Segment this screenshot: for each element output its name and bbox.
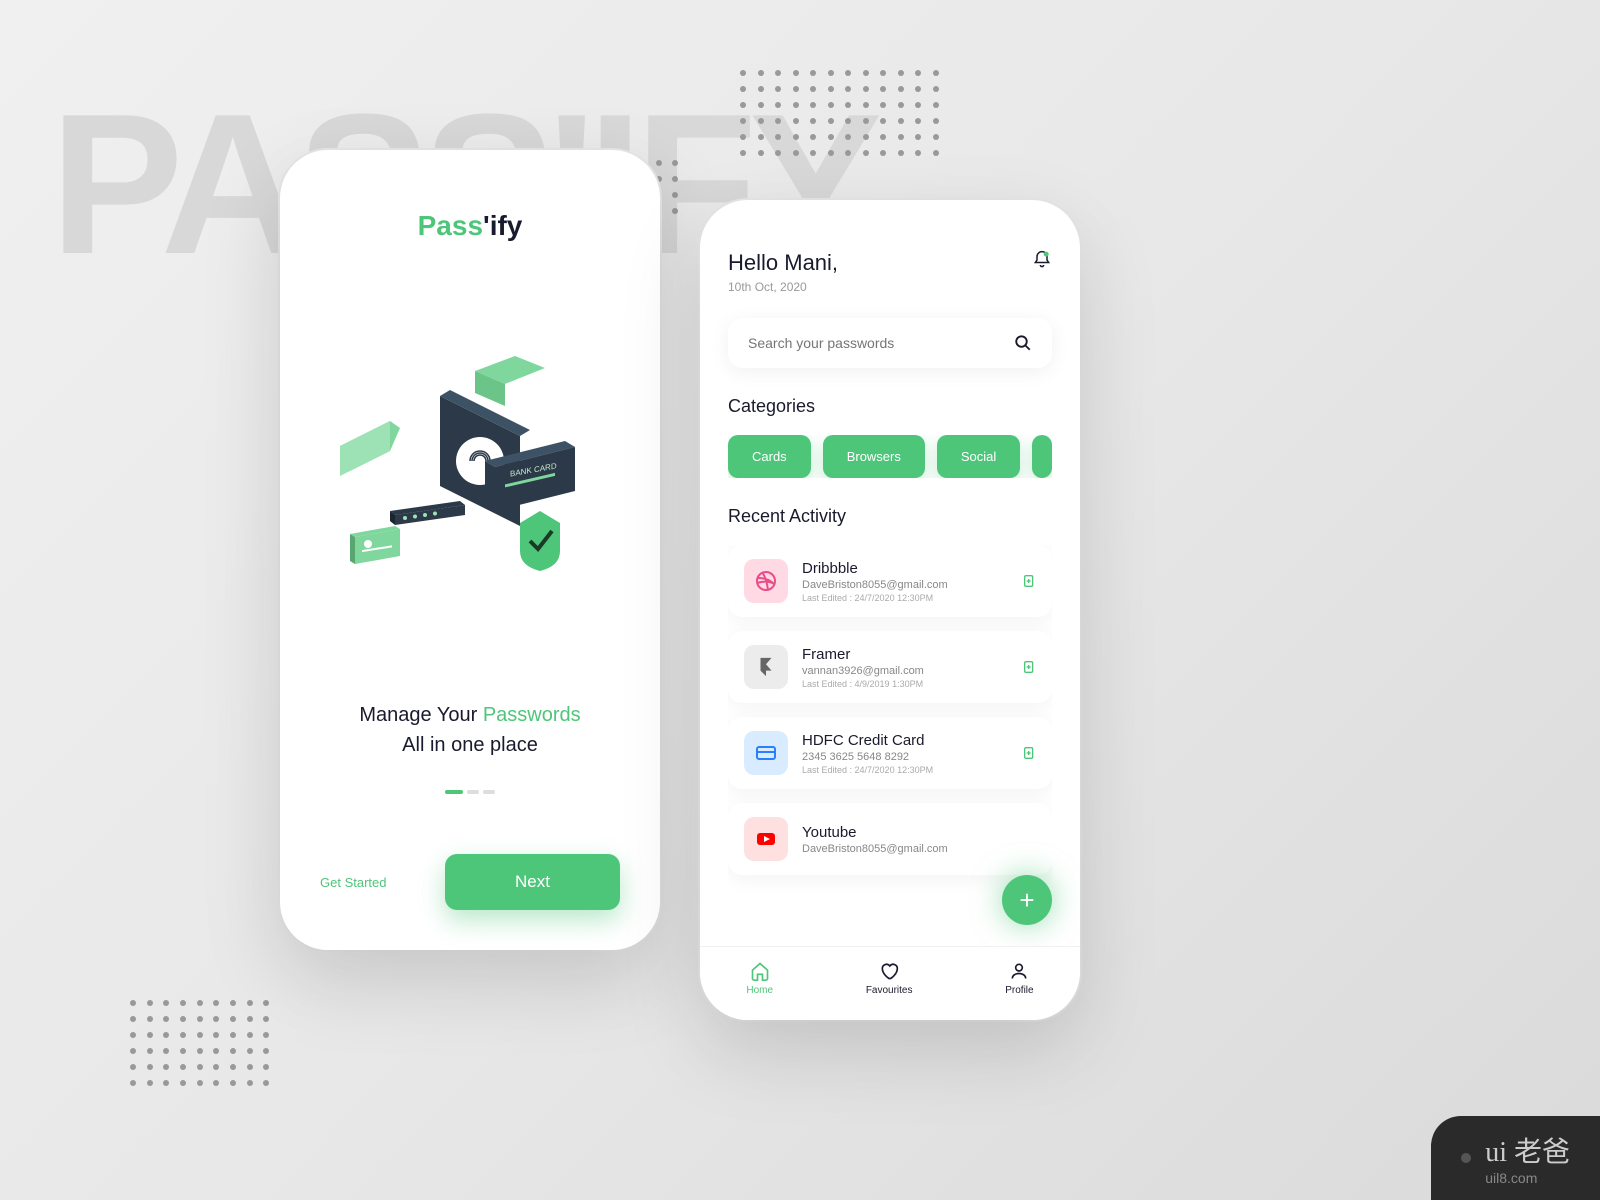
copy-icon[interactable] — [1020, 573, 1036, 589]
dot-pattern-3 — [130, 1000, 270, 1120]
item-meta: Last Edited : 24/7/2020 12:30PM — [802, 593, 1006, 603]
tab-favourites[interactable]: Favourites — [866, 961, 913, 996]
copy-icon[interactable] — [1020, 659, 1036, 675]
greeting-text: Hello Mani, — [728, 250, 838, 276]
framer-icon — [744, 645, 788, 689]
categories-heading: Categories — [728, 396, 1052, 417]
logo-part-green: Pass — [418, 210, 483, 241]
item-subtitle: 2345 3625 5648 8292 — [802, 751, 1006, 763]
credit-card-icon — [744, 731, 788, 775]
tagline-highlight: Passwords — [483, 704, 581, 726]
home-icon — [750, 961, 770, 981]
activity-item-youtube[interactable]: Youtube DaveBriston8055@gmail.com — [728, 803, 1052, 875]
progress-indicator — [320, 790, 620, 794]
item-subtitle: DaveBriston8055@gmail.com — [802, 843, 1036, 855]
item-subtitle: vannan3926@gmail.com — [802, 665, 1006, 677]
search-input[interactable] — [748, 335, 1014, 351]
date-text: 10th Oct, 2020 — [728, 280, 838, 294]
category-cards[interactable]: Cards — [728, 435, 811, 478]
item-title: Framer — [802, 646, 1006, 663]
category-browsers[interactable]: Browsers — [823, 435, 925, 478]
heart-icon — [879, 961, 899, 981]
hero-illustration: BANK CARD — [320, 282, 620, 670]
recent-heading: Recent Activity — [728, 506, 1052, 527]
watermark-text: ui 老爸 — [1485, 1130, 1570, 1170]
activity-item-framer[interactable]: Framer vannan3926@gmail.com Last Edited … — [728, 631, 1052, 703]
item-title: HDFC Credit Card — [802, 732, 1006, 749]
category-more[interactable] — [1032, 435, 1052, 478]
tab-bar: Home Favourites Profile — [700, 946, 1080, 1020]
onboarding-screen: Pass'ify — [280, 150, 660, 950]
item-title: Dribbble — [802, 560, 1006, 577]
watermark: ui 老爸 uil8.com — [1431, 1116, 1600, 1200]
search-bar[interactable] — [728, 318, 1052, 368]
dot-pattern-2 — [740, 70, 940, 220]
activity-item-dribbble[interactable]: Dribbble DaveBriston8055@gmail.com Last … — [728, 545, 1052, 617]
home-screen: Hello Mani, 10th Oct, 2020 Categories Ca… — [700, 200, 1080, 1020]
item-meta: Last Edited : 24/7/2020 12:30PM — [802, 765, 1006, 775]
category-list: Cards Browsers Social — [728, 435, 1052, 478]
logo-part-dark: 'ify — [483, 210, 522, 241]
get-started-link[interactable]: Get Started — [320, 875, 386, 890]
profile-icon — [1009, 961, 1029, 981]
tagline-pre: Manage Your — [359, 704, 482, 726]
tab-profile-label: Profile — [1005, 985, 1033, 996]
item-title: Youtube — [802, 824, 1036, 841]
category-social[interactable]: Social — [937, 435, 1020, 478]
tab-profile[interactable]: Profile — [1005, 961, 1033, 996]
youtube-icon — [744, 817, 788, 861]
tab-home-label: Home — [746, 985, 773, 996]
tab-home[interactable]: Home — [746, 961, 773, 996]
app-logo: Pass'ify — [320, 210, 620, 242]
search-icon — [1014, 334, 1032, 352]
tagline: Manage Your Passwords All in one place — [320, 700, 620, 760]
item-meta: Last Edited : 4/9/2019 1:30PM — [802, 679, 1006, 689]
tab-fav-label: Favourites — [866, 985, 913, 996]
tagline-post: All in one place — [402, 734, 538, 756]
dribbble-icon — [744, 559, 788, 603]
watermark-url: uil8.com — [1485, 1170, 1570, 1186]
notification-bell-icon[interactable] — [1032, 250, 1052, 270]
item-subtitle: DaveBriston8055@gmail.com — [802, 579, 1006, 591]
next-button[interactable]: Next — [445, 854, 620, 910]
add-fab[interactable]: + — [1002, 875, 1052, 925]
copy-icon[interactable] — [1020, 745, 1036, 761]
activity-item-hdfc[interactable]: HDFC Credit Card 2345 3625 5648 8292 Las… — [728, 717, 1052, 789]
